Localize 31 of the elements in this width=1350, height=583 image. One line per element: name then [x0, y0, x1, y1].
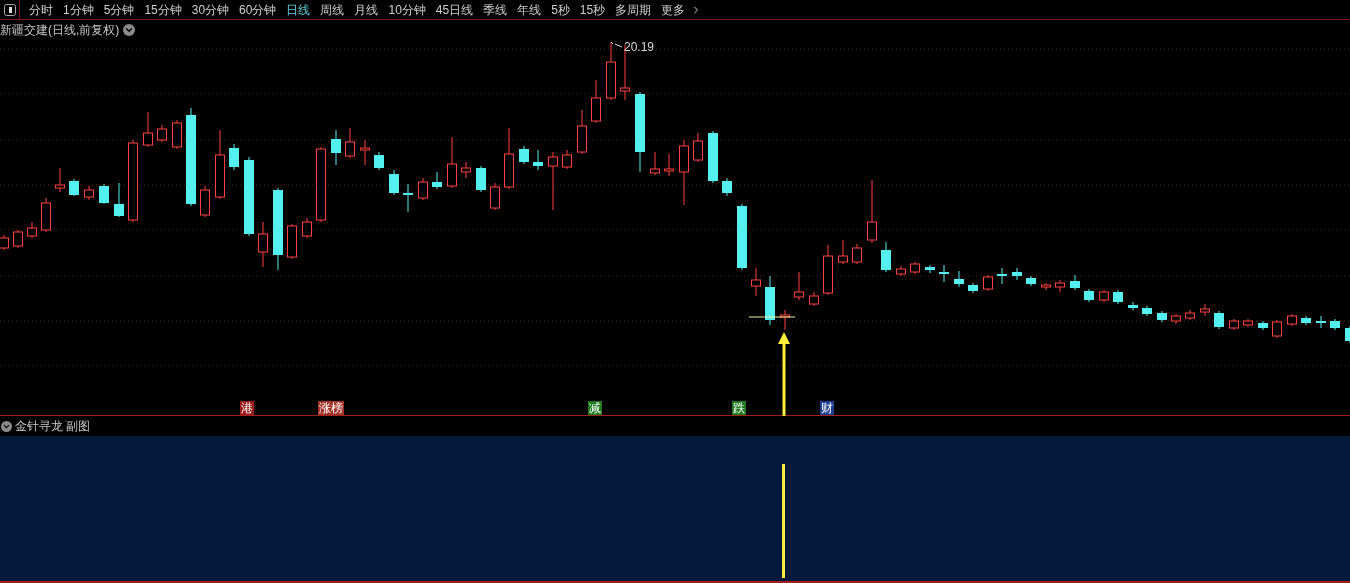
timeframe-tab[interactable]: 日线 [281, 0, 316, 20]
chart-title: 新疆交建(日线,前复权) [0, 22, 120, 39]
timeframe-tab[interactable]: 10分钟 [383, 0, 431, 20]
timeframe-tab[interactable]: 5分钟 [98, 0, 140, 20]
price-label: 20.19 [624, 39, 655, 56]
chevron-down-icon[interactable] [123, 24, 136, 36]
timeframe-tab[interactable]: 周线 [315, 0, 350, 20]
arrow-icon [778, 332, 790, 416]
timeframe-tab[interactable]: 分时 [24, 0, 58, 20]
timeframe-tab[interactable]: 月线 [349, 0, 384, 20]
event-marker[interactable]: 港 [240, 401, 254, 415]
timeframe-tab[interactable]: 更多 [656, 0, 691, 20]
high-marker-icon [610, 41, 623, 48]
crosshair-line [748, 316, 796, 318]
timeframe-tab[interactable]: 15秒 [574, 0, 611, 20]
timeframe-tab[interactable]: 年线 [512, 0, 547, 20]
timeframe-tab[interactable]: 15分钟 [139, 0, 187, 20]
timeframe-tab[interactable]: 多周期 [610, 0, 657, 20]
timeframe-tab[interactable]: 45日线 [430, 0, 479, 20]
timeframe-tab[interactable]: 60分钟 [234, 0, 282, 20]
chevron-down-icon[interactable] [1, 420, 12, 432]
timeframe-tab[interactable]: 1分钟 [58, 0, 99, 20]
subchart-title: 金针寻龙 副图 [15, 418, 91, 435]
panel-toggle-icon[interactable] [3, 3, 16, 16]
event-marker[interactable]: 财 [820, 401, 834, 415]
event-marker[interactable]: 减 [588, 401, 602, 415]
event-marker[interactable]: 跌 [732, 401, 746, 415]
timeframe-tab[interactable]: 30分钟 [186, 0, 235, 20]
timeframe-tab[interactable]: 5秒 [546, 0, 575, 20]
event-marker[interactable]: 涨榜 [318, 401, 344, 415]
timeframe-tab[interactable]: 季线 [478, 0, 513, 20]
